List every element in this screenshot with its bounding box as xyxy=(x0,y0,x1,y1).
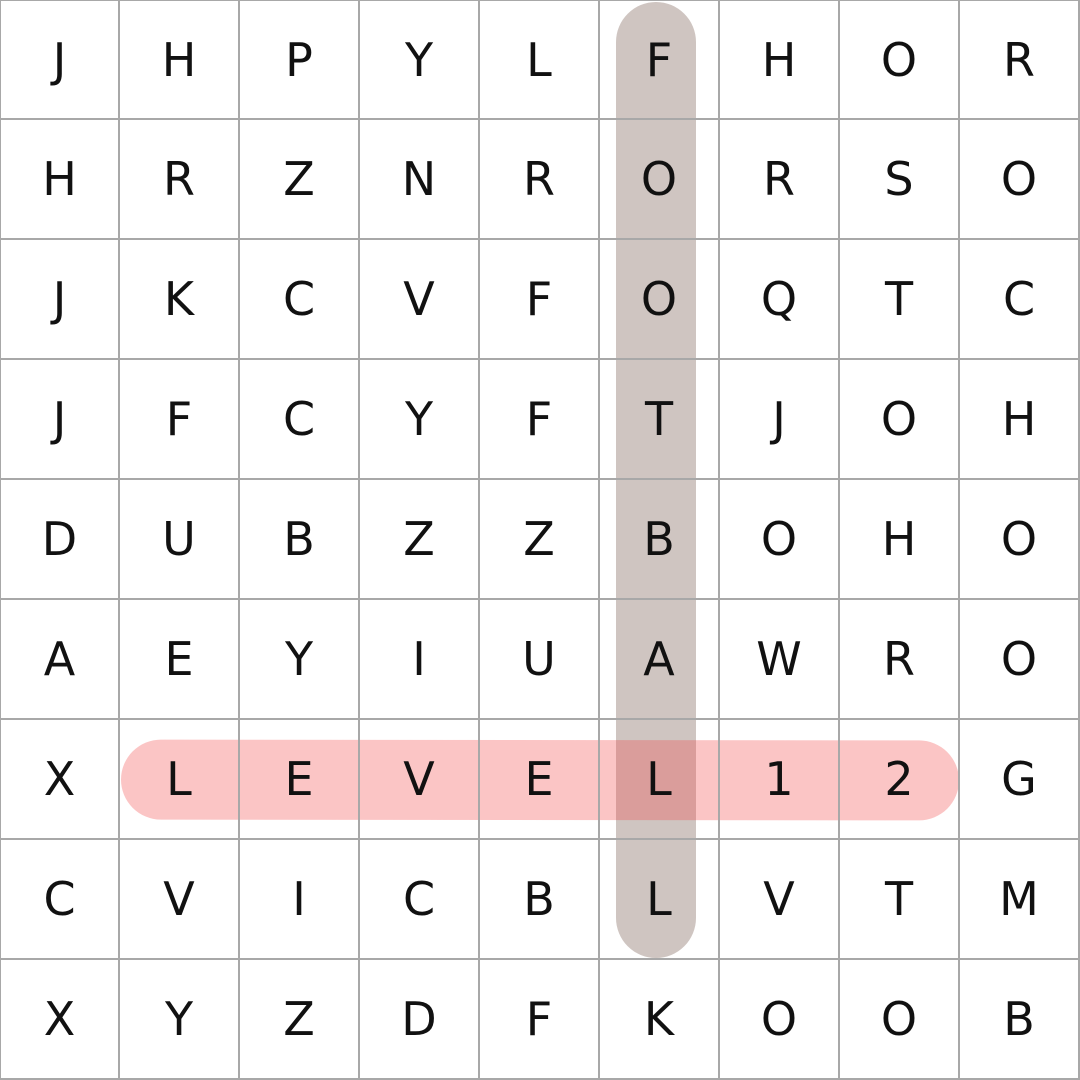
letter-cell[interactable]: B xyxy=(480,840,600,960)
letter-cell[interactable]: J xyxy=(0,240,120,360)
letter-cell[interactable]: T xyxy=(840,840,960,960)
letter-cell[interactable]: N xyxy=(360,120,480,240)
letter-cell[interactable]: R xyxy=(120,120,240,240)
letter-cell[interactable]: O xyxy=(960,600,1080,720)
letter-cell[interactable]: L xyxy=(480,0,600,120)
letter-cell[interactable]: O xyxy=(600,120,720,240)
letter-cell[interactable]: I xyxy=(240,840,360,960)
letter-cell[interactable]: L xyxy=(600,840,720,960)
letter-cell[interactable]: O xyxy=(960,120,1080,240)
letter-cell[interactable]: Z xyxy=(360,480,480,600)
letter-cell[interactable]: E xyxy=(480,720,600,840)
letter-cell[interactable]: B xyxy=(240,480,360,600)
letter-cell[interactable]: Z xyxy=(240,960,360,1080)
letter-cell[interactable]: Y xyxy=(360,360,480,480)
letter-cell[interactable]: B xyxy=(600,480,720,600)
letter-cell[interactable]: W xyxy=(720,600,840,720)
letter-cell[interactable]: H xyxy=(840,480,960,600)
letter-cell[interactable]: L xyxy=(600,720,720,840)
letter-cell[interactable]: X xyxy=(0,960,120,1080)
letter-cell[interactable]: U xyxy=(480,600,600,720)
letter-cell[interactable]: H xyxy=(960,360,1080,480)
letter-cell[interactable]: Z xyxy=(240,120,360,240)
letter-cell[interactable]: G xyxy=(960,720,1080,840)
letter-cell[interactable]: Y xyxy=(360,0,480,120)
letter-cell[interactable]: L xyxy=(120,720,240,840)
letter-cell[interactable]: M xyxy=(960,840,1080,960)
letter-cell[interactable]: O xyxy=(840,360,960,480)
letter-cell[interactable]: H xyxy=(120,0,240,120)
letter-cell[interactable]: J xyxy=(0,0,120,120)
letter-cell[interactable]: K xyxy=(600,960,720,1080)
letter-cell[interactable]: T xyxy=(600,360,720,480)
letter-cell[interactable]: O xyxy=(600,240,720,360)
letter-cell[interactable]: J xyxy=(720,360,840,480)
letter-cell[interactable]: C xyxy=(240,240,360,360)
letter-cell[interactable]: F xyxy=(480,240,600,360)
letter-cell[interactable]: O xyxy=(840,0,960,120)
letter-cell[interactable]: C xyxy=(240,360,360,480)
letter-cell[interactable]: F xyxy=(600,0,720,120)
letter-cell[interactable]: B xyxy=(960,960,1080,1080)
letter-cell[interactable]: 2 xyxy=(840,720,960,840)
letter-cell[interactable]: P xyxy=(240,0,360,120)
letter-cell[interactable]: F xyxy=(120,360,240,480)
letter-cell[interactable]: K xyxy=(120,240,240,360)
letter-cell[interactable]: Z xyxy=(480,480,600,600)
letter-cell[interactable]: T xyxy=(840,240,960,360)
letter-cell[interactable]: S xyxy=(840,120,960,240)
letter-cell[interactable]: O xyxy=(960,480,1080,600)
letter-cell[interactable]: O xyxy=(720,480,840,600)
letter-cell[interactable]: V xyxy=(120,840,240,960)
letter-cell[interactable]: C xyxy=(960,240,1080,360)
letter-cell[interactable]: H xyxy=(0,120,120,240)
letter-cell[interactable]: I xyxy=(360,600,480,720)
letter-cell[interactable]: V xyxy=(360,240,480,360)
letter-cell[interactable]: C xyxy=(0,840,120,960)
letter-cell[interactable]: H xyxy=(720,0,840,120)
letter-cell[interactable]: J xyxy=(0,360,120,480)
letter-cell[interactable]: Y xyxy=(120,960,240,1080)
letter-grid: JHPYLFHORHRZNRORSOJKCVFOQTCJFCYFTJOHDUBZ… xyxy=(0,0,1080,1080)
letter-cell[interactable]: 1 xyxy=(720,720,840,840)
letter-cell[interactable]: D xyxy=(0,480,120,600)
letter-cell[interactable]: R xyxy=(720,120,840,240)
letter-cell[interactable]: A xyxy=(600,600,720,720)
letter-cell[interactable]: V xyxy=(720,840,840,960)
letter-cell[interactable]: O xyxy=(720,960,840,1080)
letter-cell[interactable]: O xyxy=(840,960,960,1080)
letter-cell[interactable]: R xyxy=(840,600,960,720)
letter-cell[interactable]: Q xyxy=(720,240,840,360)
letter-cell[interactable]: F xyxy=(480,360,600,480)
letter-cell[interactable]: A xyxy=(0,600,120,720)
letter-cell[interactable]: E xyxy=(120,600,240,720)
word-search-board: JHPYLFHORHRZNRORSOJKCVFOQTCJFCYFTJOHDUBZ… xyxy=(0,0,1080,1080)
letter-cell[interactable]: R xyxy=(960,0,1080,120)
letter-cell[interactable]: F xyxy=(480,960,600,1080)
letter-cell[interactable]: C xyxy=(360,840,480,960)
letter-cell[interactable]: V xyxy=(360,720,480,840)
letter-cell[interactable]: D xyxy=(360,960,480,1080)
letter-cell[interactable]: Y xyxy=(240,600,360,720)
letter-cell[interactable]: U xyxy=(120,480,240,600)
letter-cell[interactable]: E xyxy=(240,720,360,840)
letter-cell[interactable]: R xyxy=(480,120,600,240)
letter-cell[interactable]: X xyxy=(0,720,120,840)
